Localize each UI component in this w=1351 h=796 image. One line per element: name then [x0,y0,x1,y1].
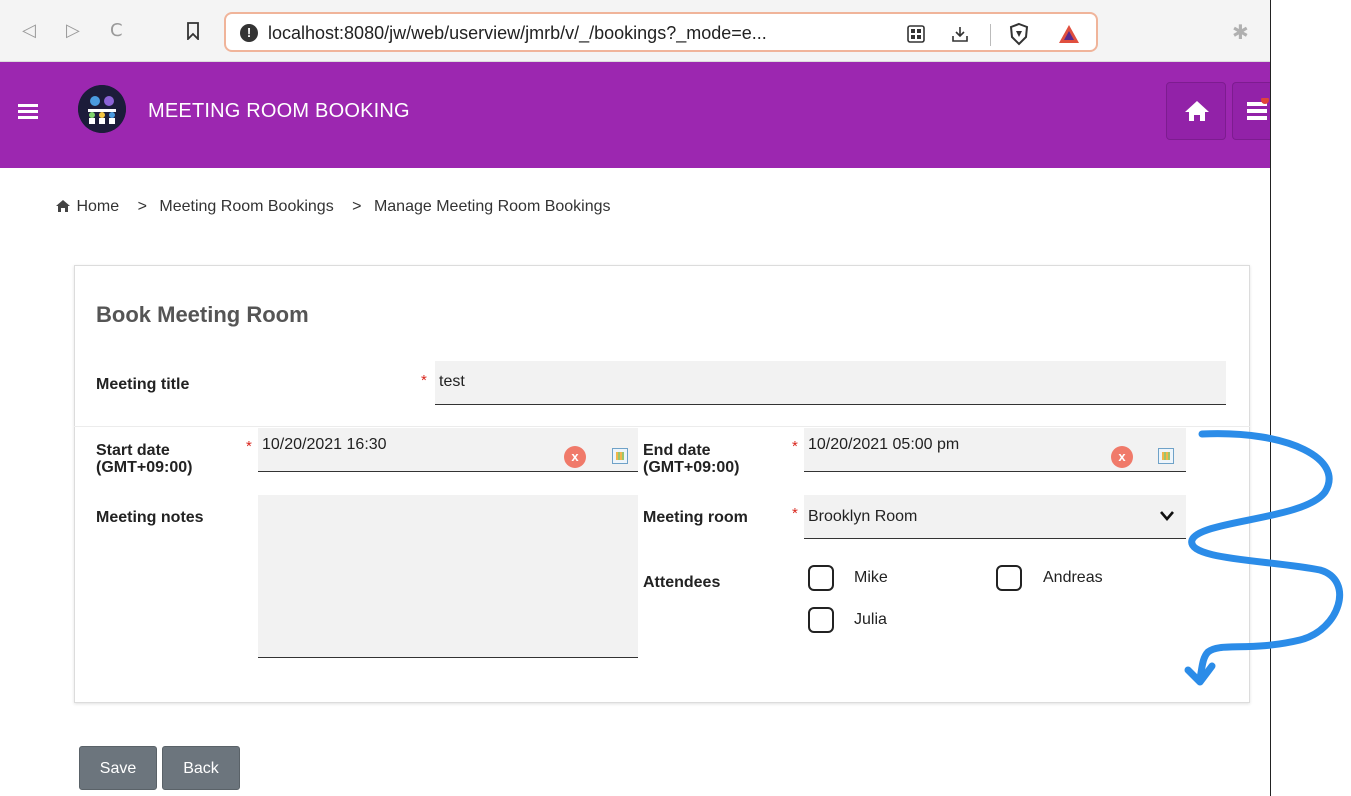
attendee-andreas-label[interactable]: Andreas [1043,569,1103,587]
meeting-notes-textarea[interactable] [258,495,638,658]
app-logo [78,85,126,133]
browser-toolbar: ◁ ▷ C ! localhost:8080/jw/web/userview/j… [0,0,1270,62]
attendee-mike-label[interactable]: Mike [854,569,888,587]
save-button[interactable]: Save [79,746,157,790]
breadcrumb-home[interactable]: Home [76,198,119,215]
form-title: Book Meeting Room [96,302,309,327]
home-button[interactable] [1166,82,1226,140]
attendees-label: Attendees [643,574,721,591]
form-row-divider [74,426,1250,427]
url-text[interactable]: localhost:8080/jw/web/userview/jmrb/v/_/… [268,23,767,44]
meeting-notes-label: Meeting notes [96,509,204,526]
attendee-mike-checkbox[interactable] [808,565,834,591]
app-header: MEETING ROOM BOOKING [0,62,1272,168]
breadcrumb: Home > Meeting Room Bookings > Manage Me… [56,198,617,216]
address-bar[interactable]: ! localhost:8080/jw/web/userview/jmrb/v/… [224,12,1098,52]
meeting-title-label: Meeting title [96,376,190,393]
breadcrumb-separator: > [352,198,362,215]
bookmark-icon[interactable] [186,22,200,40]
scroll-down-annotation [1184,430,1344,686]
meeting-title-input[interactable]: test [435,361,1226,405]
booking-form-card: Book Meeting Room Meeting title * test S… [74,265,1250,703]
address-divider [990,24,991,46]
chevron-down-icon[interactable] [1159,510,1175,522]
extensions-icon[interactable]: ✱ [1232,20,1249,44]
required-marker: * [792,438,798,455]
meeting-room-label: Meeting room [643,509,748,526]
list-icon [1247,98,1269,120]
hamburger-menu-icon[interactable] [18,104,38,120]
breadcrumb-manage-bookings: Manage Meeting Room Bookings [373,198,611,215]
reload-icon[interactable]: C [110,22,123,40]
app-title: MEETING ROOM BOOKING [148,100,410,122]
install-icon[interactable] [950,24,970,44]
start-date-calendar-icon[interactable] [612,448,628,464]
brave-rewards-icon[interactable] [1058,23,1080,45]
home-icon [1185,101,1209,121]
required-marker: * [421,372,427,389]
required-marker: * [792,505,798,522]
breadcrumb-meeting-room-bookings[interactable]: Meeting Room Bookings [159,198,333,215]
clear-end-date-icon[interactable]: x [1111,446,1133,468]
attendee-julia-label[interactable]: Julia [854,611,887,629]
required-marker: * [246,438,252,455]
breadcrumb-separator: > [137,198,147,215]
menu-button[interactable] [1232,82,1272,140]
forward-nav-icon[interactable]: ▷ [66,22,80,40]
end-date-label: End date (GMT+09:00) [643,442,740,476]
back-button[interactable]: Back [162,746,240,790]
qr-code-icon[interactable] [906,24,926,44]
attendee-andreas-checkbox[interactable] [996,565,1022,591]
start-date-label: Start date (GMT+09:00) [96,442,193,476]
attendee-julia-checkbox[interactable] [808,607,834,633]
brave-shield-icon[interactable] [1008,22,1030,46]
home-breadcrumb-icon [56,200,70,212]
site-info-icon[interactable]: ! [240,24,258,42]
meeting-room-select[interactable]: Brooklyn Room [804,495,1186,539]
clear-start-date-icon[interactable]: x [564,446,586,468]
end-date-calendar-icon[interactable] [1158,448,1174,464]
back-nav-icon[interactable]: ◁ [22,22,36,40]
